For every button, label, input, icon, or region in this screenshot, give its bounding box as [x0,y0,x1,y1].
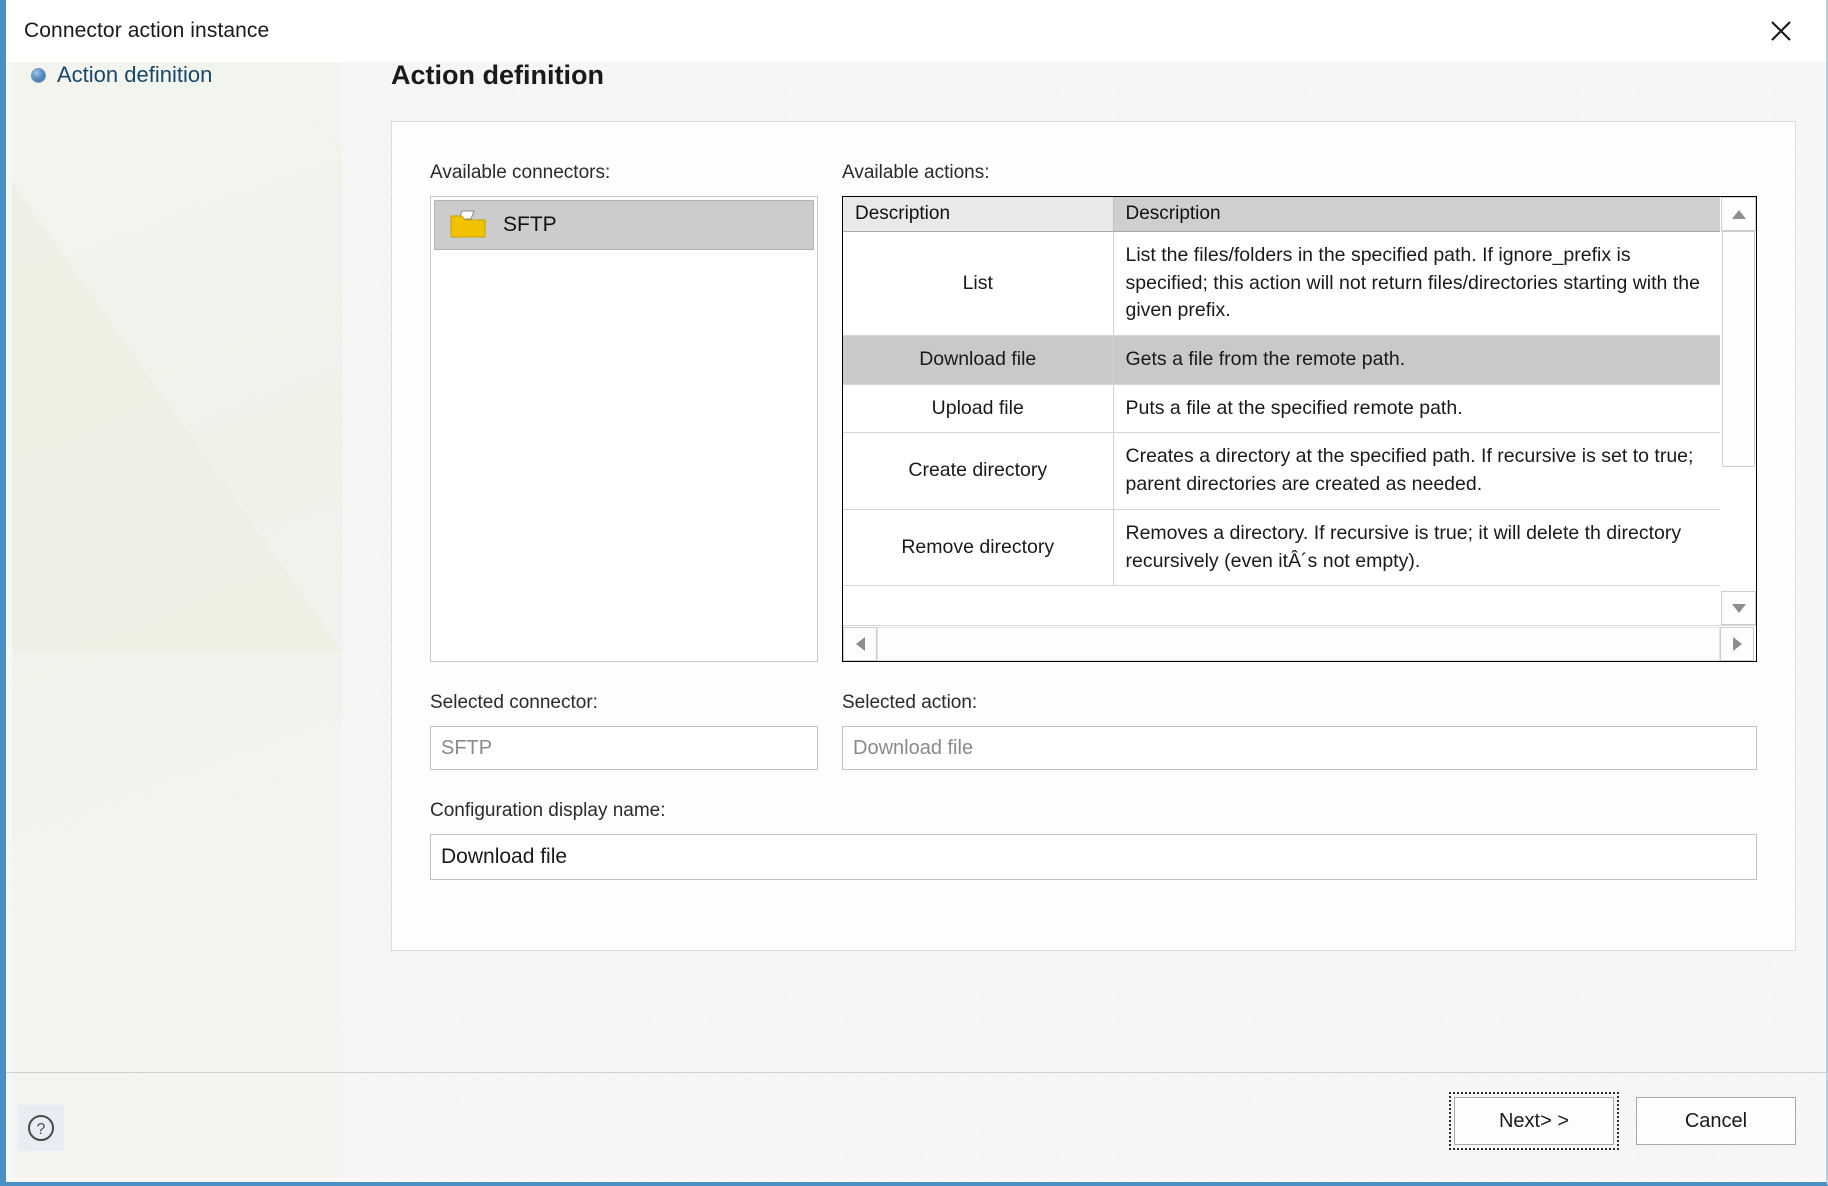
folder-icon [449,210,487,240]
available-actions-label: Available actions: [842,162,990,183]
vertical-scroll-track[interactable] [1721,231,1756,591]
action-name-cell: Remove directory [843,509,1114,587]
available-actions-table-wrapper: Description Description List List the fil… [842,196,1757,662]
footer-buttons: Next> > Cancel [1449,1092,1796,1150]
list-item-sftp[interactable]: SFTP [434,200,814,250]
cancel-button[interactable]: Cancel [1636,1097,1796,1145]
table-row[interactable]: List List the files/folders in the specif… [843,231,1720,337]
dialog-footer: ? Next> > Cancel [6,1072,1826,1182]
svg-text:?: ? [37,1121,46,1138]
selection-columns: Available connectors: SFTP Available act… [430,162,1757,662]
selected-connector-group: Selected connector: [430,692,818,770]
column-header-name[interactable]: Description [843,197,1114,232]
available-connectors-group: Available connectors: SFTP [430,162,818,662]
triangle-down-icon[interactable] [1721,591,1756,625]
table-header: Description Description [843,197,1720,232]
table-row[interactable]: Download file Gets a file from the remote… [843,335,1720,385]
wizard-step-nav: Action definition [6,0,336,1182]
table-body: List List the files/folders in the specif… [843,231,1720,587]
display-name-group: Configuration display name: [430,800,1757,880]
horizontal-scrollbar[interactable] [843,625,1756,661]
vertical-scrollbar[interactable] [1720,197,1756,625]
available-actions-group: Available actions: Description Descripti… [842,162,1757,662]
selected-connector-label: Selected connector: [430,692,598,713]
selected-row: Selected connector: Selected action: [430,692,1757,770]
table-header-row: Description Description [843,197,1720,232]
available-actions-table[interactable]: Description Description List List the fil… [843,197,1720,587]
sidebar-item-action-definition[interactable]: Action definition [6,62,336,88]
triangle-up-icon[interactable] [1721,197,1756,231]
action-description-cell: List the files/folders in the specified … [1113,231,1720,337]
column-header-description[interactable]: Description [1113,197,1720,232]
display-name-label: Configuration display name: [430,800,666,821]
selected-action-group: Selected action: [842,692,1757,770]
vertical-scroll-thumb[interactable] [1722,231,1755,467]
action-description-cell: Removes a directory. If recursive is tru… [1113,509,1720,587]
action-description-cell: Puts a file at the specified remote path… [1113,384,1720,434]
action-name-cell: List [843,231,1114,337]
action-definition-panel: Available connectors: SFTP Available act… [391,121,1796,951]
horizontal-scroll-track[interactable] [877,626,1720,661]
action-description-cell: Gets a file from the remote path. [1113,335,1720,385]
sidebar-item-label: Action definition [57,62,213,87]
action-name-cell: Download file [843,335,1114,385]
triangle-left-icon[interactable] [843,626,877,661]
table-row[interactable]: Upload file Puts a file at the specified … [843,384,1720,434]
action-description-cell: Creates a directory at the specified pat… [1113,432,1720,510]
next-button[interactable]: Next> > [1449,1092,1619,1150]
available-connectors-list[interactable]: SFTP [430,196,818,662]
table-row[interactable]: Create directory Creates a directory at t… [843,432,1720,510]
close-icon[interactable] [1758,8,1804,54]
action-name-cell: Upload file [843,384,1114,434]
available-connectors-label: Available connectors: [430,162,611,183]
content-area: Action definition Available connectors: … [391,60,1796,1070]
selected-action-input[interactable] [842,726,1757,770]
help-question-icon[interactable]: ? [18,1105,64,1151]
selected-action-label: Selected action: [842,692,978,713]
blue-bullet-icon [32,68,45,82]
action-name-cell: Create directory [843,432,1114,510]
selected-connector-input[interactable] [430,726,818,770]
page-title: Action definition [391,60,604,90]
list-item-label: SFTP [503,213,557,236]
display-name-input[interactable] [430,834,1757,880]
table-row[interactable]: Remove directory Removes a directory. If … [843,509,1720,587]
triangle-right-icon[interactable] [1720,626,1754,661]
